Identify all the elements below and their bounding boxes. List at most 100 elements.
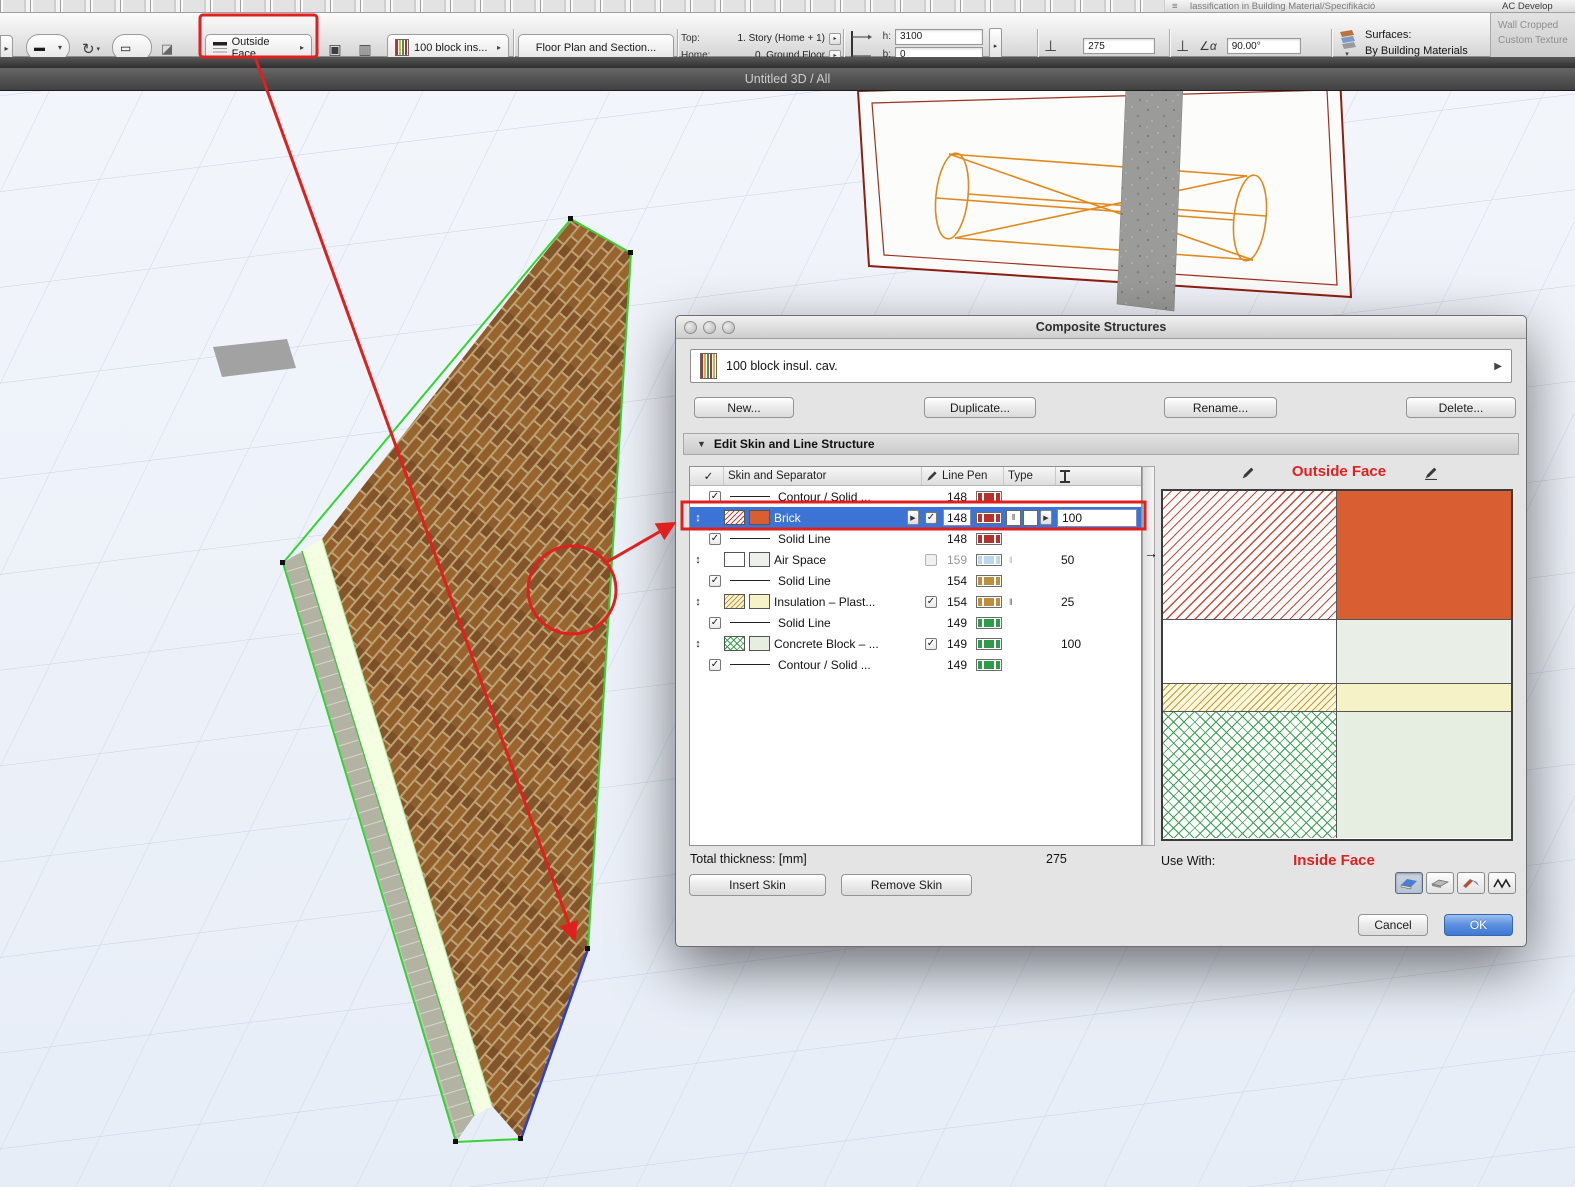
preview-brick-cut[interactable] xyxy=(1163,491,1337,619)
preview-air-cut[interactable] xyxy=(1163,620,1337,683)
duplicate-button[interactable]: Duplicate... xyxy=(924,397,1036,418)
pen-color-swatch[interactable] xyxy=(976,617,1002,629)
pen-number[interactable]: 149 xyxy=(947,658,967,672)
surface-pen-icon[interactable] xyxy=(1424,466,1438,483)
upper-toolbar-icons[interactable] xyxy=(0,0,1165,13)
separator-checkbox[interactable] xyxy=(709,575,721,587)
pen-color-swatch[interactable] xyxy=(976,554,1002,566)
thickness-value[interactable]: 25 xyxy=(1056,595,1074,609)
pen-number[interactable]: 149 xyxy=(947,637,967,651)
use-with-slab-button[interactable] xyxy=(1426,872,1454,894)
delete-button[interactable]: Delete... xyxy=(1406,397,1516,418)
preview-insulation-surface[interactable] xyxy=(1337,684,1511,711)
remove-skin-button[interactable]: Remove Skin xyxy=(841,874,972,896)
gravity-icon[interactable]: ⊥ xyxy=(1044,37,1057,55)
separator-row[interactable]: Solid Line 154 xyxy=(690,570,1141,591)
edit-skin-section-header[interactable]: ▼ Edit Skin and Line Structure xyxy=(683,433,1519,455)
top-link-value[interactable]: 1. Story (Home + 1) xyxy=(719,33,825,44)
row-drag-handle[interactable]: ↕ xyxy=(690,633,706,654)
separator-checkbox[interactable] xyxy=(709,659,721,671)
thickness-value[interactable]: 100 xyxy=(1056,637,1081,651)
insulation-cut-fill-swatch[interactable] xyxy=(724,594,745,609)
concrete-surface-swatch[interactable] xyxy=(749,636,770,651)
pen-color-swatch[interactable] xyxy=(976,512,1002,524)
skin-row-insulation[interactable]: ↕ Insulation – Plast... 154 ‖ 25 xyxy=(690,591,1141,612)
pen-checkbox[interactable] xyxy=(925,638,937,650)
preview-concrete-surface[interactable] xyxy=(1337,712,1511,838)
insert-skin-button[interactable]: Insert Skin xyxy=(689,874,826,896)
pen-color-swatch[interactable] xyxy=(976,659,1002,671)
angle-field[interactable]: 90.00° xyxy=(1227,38,1301,54)
thickness-field[interactable]: 100 xyxy=(1057,509,1137,527)
offset-field[interactable]: 275 xyxy=(1083,38,1155,54)
list-icon[interactable]: ≡ xyxy=(1172,1,1178,12)
brick-surface-swatch[interactable] xyxy=(749,510,770,525)
row-drag-handle[interactable]: ↕ xyxy=(690,591,706,612)
type-dropdown[interactable]: ▶ xyxy=(1040,510,1052,525)
anchor-icon[interactable]: ⊥ xyxy=(1176,37,1189,55)
pen-color-swatch[interactable] xyxy=(976,491,1002,503)
cancel-button[interactable]: Cancel xyxy=(1358,914,1428,936)
separator-checkbox[interactable] xyxy=(709,617,721,629)
ok-button[interactable]: OK xyxy=(1444,914,1513,936)
rename-button[interactable]: Rename... xyxy=(1164,397,1277,418)
pen-checkbox[interactable] xyxy=(925,596,937,608)
skin-material-dropdown[interactable]: ▶ xyxy=(907,510,919,525)
surface-paint-icon[interactable]: ▾ xyxy=(1337,28,1357,58)
skin-type-icon[interactable] xyxy=(1023,510,1038,526)
new-button[interactable]: New... xyxy=(694,397,794,418)
use-with-roof-button[interactable] xyxy=(1457,872,1485,894)
brick-cut-fill-swatch[interactable] xyxy=(724,510,745,525)
skin-row-brick[interactable]: ↕ Brick ▶ 148 ‖ ▶ 100 xyxy=(690,507,1141,528)
pen-color-swatch[interactable] xyxy=(976,575,1002,587)
air-cut-fill-swatch[interactable] xyxy=(724,552,745,567)
cut-line-pen-icon[interactable] xyxy=(1241,466,1255,483)
concrete-cut-fill-swatch[interactable] xyxy=(724,636,745,651)
composite-preview[interactable] xyxy=(1161,489,1513,841)
row-drag-handle[interactable]: ↕ xyxy=(690,549,706,570)
preview-air-surface[interactable] xyxy=(1337,620,1511,683)
concrete-column[interactable] xyxy=(1117,83,1183,311)
composite-name-selector[interactable]: 100 block insul. cav. ▶ xyxy=(690,349,1512,383)
use-with-wall-button[interactable] xyxy=(1395,872,1423,894)
zoom-button[interactable] xyxy=(722,321,735,334)
pen-color-swatch[interactable] xyxy=(976,533,1002,545)
top-link-dropdown[interactable]: ▸ xyxy=(829,33,841,45)
pen-checkbox[interactable] xyxy=(925,512,937,524)
pen-number[interactable]: 148 xyxy=(947,490,967,504)
pen-number[interactable]: 154 xyxy=(947,595,967,609)
pen-checkbox[interactable] xyxy=(925,554,937,566)
wall-height-field[interactable]: 3100 xyxy=(895,29,983,45)
skin-row-air-space[interactable]: ↕ Air Space 159 ‖ 50 xyxy=(690,549,1141,570)
viewport-title-bar[interactable]: Untitled 3D / All xyxy=(0,68,1575,91)
table-scrollbar[interactable] xyxy=(1142,466,1155,846)
pen-number[interactable]: 148 xyxy=(947,532,967,546)
pen-number-field[interactable]: 148 xyxy=(943,509,971,526)
separator-checkbox[interactable] xyxy=(709,533,721,545)
thickness-value[interactable]: 50 xyxy=(1056,553,1074,567)
disclosure-triangle-icon[interactable]: ▼ xyxy=(697,439,706,449)
preview-brick-surface[interactable] xyxy=(1337,491,1511,619)
pen-number[interactable]: 149 xyxy=(947,616,967,630)
skin-table-header[interactable]: ✓ Skin and Separator Line Pen Type xyxy=(690,467,1141,486)
preview-concrete-cut[interactable] xyxy=(1163,712,1337,838)
pen-number[interactable]: 159 xyxy=(947,553,967,567)
skin-row-concrete-block[interactable]: ↕ Concrete Block – ... 149 100 xyxy=(690,633,1141,654)
composite-popup-arrow[interactable]: ▶ xyxy=(1494,361,1502,372)
separator-row[interactable]: Solid Line 149 xyxy=(690,612,1141,633)
separator-checkbox[interactable] xyxy=(709,491,721,503)
pen-number[interactable]: 154 xyxy=(947,574,967,588)
pen-color-swatch[interactable] xyxy=(976,596,1002,608)
separator-row[interactable]: Contour / Solid ... 149 xyxy=(690,654,1141,675)
use-with-shell-button[interactable] xyxy=(1488,872,1516,894)
row-drag-handle[interactable]: ↕ xyxy=(690,507,706,528)
separator-row[interactable]: Contour / Solid ... 148 xyxy=(690,486,1141,507)
separator-row[interactable]: Solid Line 148 xyxy=(690,528,1141,549)
close-button[interactable] xyxy=(684,321,697,334)
dialog-title-bar[interactable]: Composite Structures xyxy=(676,316,1526,339)
hatch-orientation-icon[interactable]: ‖ xyxy=(1006,510,1021,526)
minimize-button[interactable] xyxy=(703,321,716,334)
pen-color-swatch[interactable] xyxy=(976,638,1002,650)
air-surface-swatch[interactable] xyxy=(749,552,770,567)
preview-insulation-cut[interactable] xyxy=(1163,684,1337,711)
